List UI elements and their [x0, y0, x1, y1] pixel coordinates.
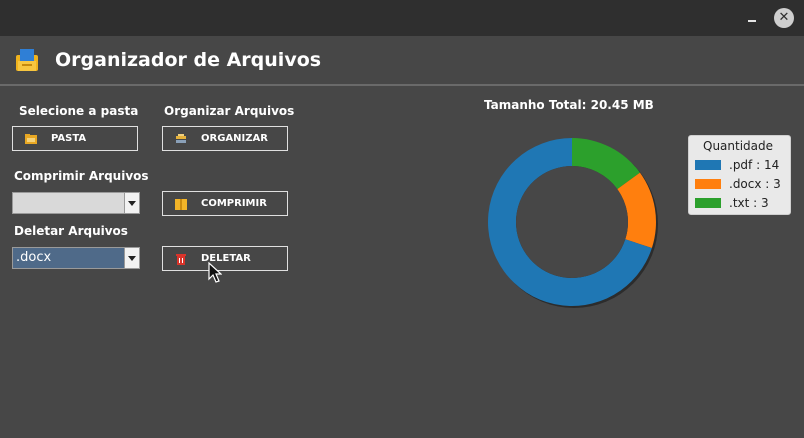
- delete-button[interactable]: DELETAR: [162, 246, 288, 271]
- organize-icon: [176, 134, 186, 143]
- legend-label: .docx : 3: [729, 177, 781, 191]
- legend-label: .pdf : 14: [729, 158, 780, 172]
- close-button[interactable]: ✕: [774, 8, 794, 28]
- folder-button[interactable]: PASTA: [12, 126, 138, 151]
- compress-button[interactable]: COMPRIMIR: [162, 191, 288, 216]
- app-title: Organizador de Arquivos: [55, 49, 322, 71]
- minimize-button[interactable]: [744, 10, 760, 26]
- mouse-cursor-icon: [208, 262, 222, 283]
- delete-combobox[interactable]: .docx: [12, 247, 140, 269]
- chevron-down-icon[interactable]: [124, 248, 139, 268]
- folder-icon: [25, 134, 37, 144]
- legend-swatch: [695, 179, 721, 189]
- window-titlebar: ✕: [0, 0, 804, 36]
- chevron-down-icon[interactable]: [124, 193, 139, 213]
- chart-legend: Quantidade .pdf : 14 .docx : 3 .txt : 3: [688, 135, 791, 215]
- organize-label: Organizar Arquivos: [164, 104, 295, 118]
- folder-button-label: PASTA: [51, 133, 87, 144]
- delete-label: Deletar Arquivos: [14, 224, 128, 238]
- donut-chart: [488, 138, 658, 308]
- select-folder-label: Selecione a pasta: [19, 104, 139, 118]
- legend-swatch: [695, 198, 721, 208]
- folder-files-icon: [16, 49, 38, 71]
- legend-label: .txt : 3: [729, 196, 769, 210]
- compress-combobox[interactable]: [12, 192, 140, 214]
- delete-combobox-value: .docx: [16, 250, 52, 265]
- app-header: Organizador de Arquivos: [0, 36, 804, 86]
- legend-swatch: [695, 160, 721, 170]
- chart-title: Tamanho Total: 20.45 MB: [484, 98, 654, 112]
- organize-button[interactable]: ORGANIZAR: [162, 126, 288, 151]
- legend-title: Quantidade: [703, 139, 774, 153]
- archive-icon: [175, 199, 187, 210]
- organize-button-label: ORGANIZAR: [201, 133, 268, 144]
- compress-button-label: COMPRIMIR: [201, 198, 267, 209]
- donut-hole: [516, 166, 628, 278]
- trash-icon: [176, 254, 186, 265]
- compress-label: Comprimir Arquivos: [14, 169, 149, 183]
